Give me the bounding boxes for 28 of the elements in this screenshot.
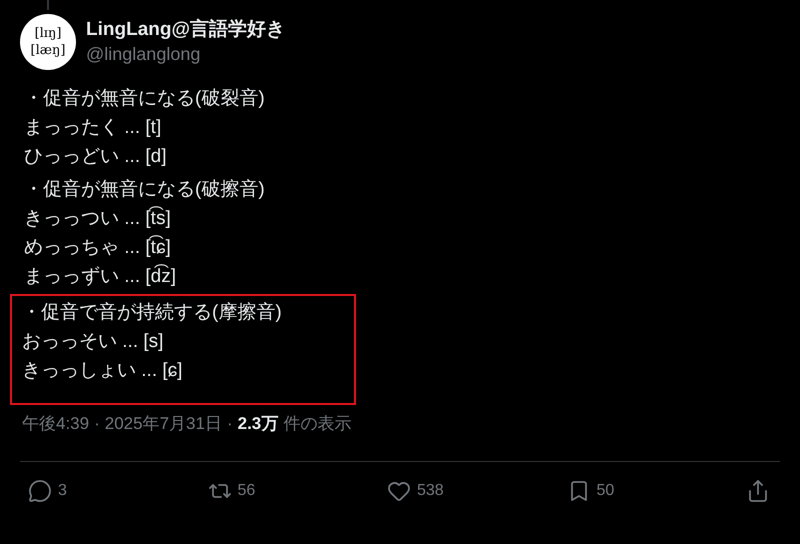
share-icon <box>746 478 770 502</box>
avatar[interactable]: [lɪŋ] [læŋ] <box>20 14 76 70</box>
post-line: めっっちゃ ... [t͡ɕ] <box>24 234 172 260</box>
post-time[interactable]: 午後4:39 <box>22 411 90 436</box>
post-date[interactable]: 2025年7月31日 <box>104 411 222 436</box>
author-handle[interactable]: @linglanglong <box>86 42 286 66</box>
reply-button[interactable]: 3 <box>28 478 118 502</box>
separator-dot: · <box>94 413 100 435</box>
view-count: 2.3万 <box>238 413 278 435</box>
view-label: 件の表示 <box>283 413 352 435</box>
separator-dot: · <box>226 413 233 435</box>
post-line: まっっずい ... [d͡z] <box>24 263 178 289</box>
author-name[interactable]: LingLang@言語学好き <box>86 18 286 42</box>
post-line: きっっつい ... [t͡s] <box>24 205 172 231</box>
like-button[interactable]: 538 <box>387 478 477 502</box>
post-line: ひっっどい ... [d] <box>24 145 168 169</box>
share-button[interactable] <box>746 478 770 502</box>
bookmark-button[interactable]: 50 <box>566 478 656 502</box>
post-line: まっったく ... [t] <box>24 116 162 140</box>
speech-bubble-icon <box>28 478 52 502</box>
repost-button[interactable]: 56 <box>208 478 298 502</box>
post-heading: ・促音が無音になる(破擦音) <box>24 178 266 202</box>
avatar-text: [lɪŋ] <box>34 25 62 42</box>
post-line: おっっそい ... [s] <box>22 330 164 354</box>
avatar-text: [læŋ] <box>30 42 66 59</box>
post-heading: ・促音で音が持続する(摩擦音) <box>22 301 283 325</box>
post-heading: ・促音が無音になる(破裂音) <box>24 87 266 111</box>
post-line: きっっしょい ... [ɕ] <box>22 359 184 383</box>
